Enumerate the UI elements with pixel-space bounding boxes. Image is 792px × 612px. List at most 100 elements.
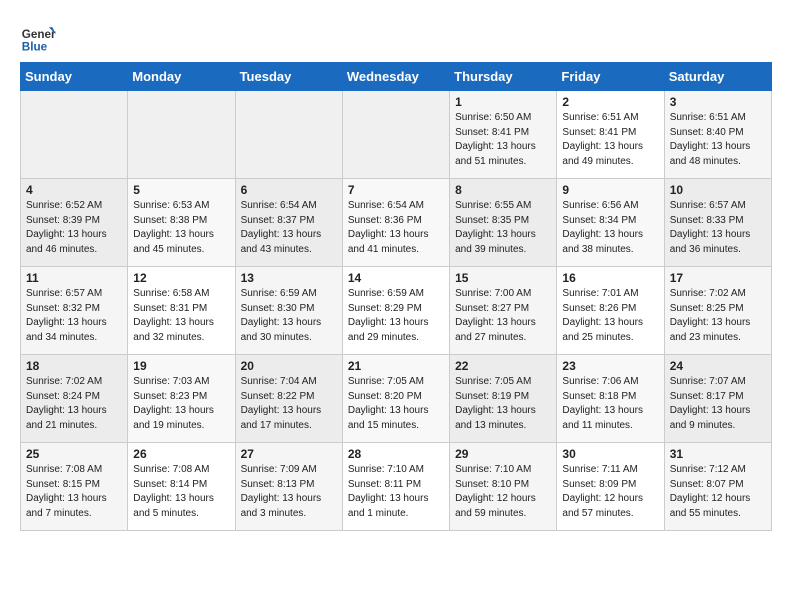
day-number: 13 xyxy=(241,271,337,285)
day-number: 28 xyxy=(348,447,444,461)
day-number: 1 xyxy=(455,95,551,109)
calendar-cell: 31 Sunrise: 7:12 AM Sunset: 8:07 PM Dayli… xyxy=(664,443,771,531)
calendar-cell: 18 Sunrise: 7:02 AM Sunset: 8:24 PM Dayli… xyxy=(21,355,128,443)
logo-icon: General Blue xyxy=(20,20,56,56)
calendar-cell: 5 Sunrise: 6:53 AM Sunset: 8:38 PM Daylig… xyxy=(128,179,235,267)
day-number: 16 xyxy=(562,271,658,285)
calendar-week-row: 25Sunrise: 7:08 AM Sunset: 8:15 PM Dayli… xyxy=(21,443,772,531)
day-info: Sunrise: 7:00 AM Sunset: 8:27 PM Dayligh… xyxy=(455,287,551,345)
day-number: 23 xyxy=(562,359,658,373)
calendar-cell: 17Sunrise: 7:02 AM Sunset: 8:25 PM Dayli… xyxy=(664,267,771,355)
day-number: 2 xyxy=(562,95,658,109)
calendar-cell: 28 Sunrise: 7:10 AM Sunset: 8:11 PM Dayli… xyxy=(342,443,449,531)
day-number: 5 xyxy=(133,183,229,197)
calendar-cell: 23 Sunrise: 7:06 AM Sunset: 8:18 PM Dayli… xyxy=(557,355,664,443)
calendar-cell: 29 Sunrise: 7:10 AM Sunset: 8:10 PM Dayli… xyxy=(450,443,557,531)
header-thursday: Thursday xyxy=(450,63,557,91)
day-info: Sunrise: 7:08 AM Sunset: 8:14 PM Dayligh… xyxy=(133,463,229,521)
day-info: Sunrise: 6:57 AM Sunset: 8:32 PM Dayligh… xyxy=(26,287,122,345)
day-number: 12 xyxy=(133,271,229,285)
calendar-table: SundayMondayTuesdayWednesdayThursdayFrid… xyxy=(20,62,772,531)
day-number: 10 xyxy=(670,183,766,197)
calendar-cell: 3 Sunrise: 6:51 AM Sunset: 8:40 PM Daylig… xyxy=(664,91,771,179)
day-info: Sunrise: 7:05 AM Sunset: 8:19 PM Dayligh… xyxy=(455,375,551,433)
logo: General Blue xyxy=(20,20,60,56)
svg-text:General: General xyxy=(22,28,56,41)
calendar-cell: 26 Sunrise: 7:08 AM Sunset: 8:14 PM Dayli… xyxy=(128,443,235,531)
day-info: Sunrise: 7:02 AM Sunset: 8:24 PM Dayligh… xyxy=(26,375,122,433)
calendar-cell: 16 Sunrise: 7:01 AM Sunset: 8:26 PM Dayli… xyxy=(557,267,664,355)
calendar-cell: 9 Sunrise: 6:56 AM Sunset: 8:34 PM Daylig… xyxy=(557,179,664,267)
day-number: 8 xyxy=(455,183,551,197)
day-number: 29 xyxy=(455,447,551,461)
day-info: Sunrise: 7:12 AM Sunset: 8:07 PM Dayligh… xyxy=(670,463,766,521)
calendar-week-row: 1Sunrise: 6:50 AM Sunset: 8:41 PM Daylig… xyxy=(21,91,772,179)
calendar-cell: 11 Sunrise: 6:57 AM Sunset: 8:32 PM Dayli… xyxy=(21,267,128,355)
calendar-cell: 13 Sunrise: 6:59 AM Sunset: 8:30 PM Dayli… xyxy=(235,267,342,355)
calendar-cell xyxy=(235,91,342,179)
day-number: 21 xyxy=(348,359,444,373)
day-info: Sunrise: 7:10 AM Sunset: 8:10 PM Dayligh… xyxy=(455,463,551,521)
header-monday: Monday xyxy=(128,63,235,91)
header-saturday: Saturday xyxy=(664,63,771,91)
day-info: Sunrise: 6:51 AM Sunset: 8:40 PM Dayligh… xyxy=(670,111,766,169)
day-number: 31 xyxy=(670,447,766,461)
svg-text:Blue: Blue xyxy=(22,41,48,54)
header-sunday: Sunday xyxy=(21,63,128,91)
calendar-cell: 27 Sunrise: 7:09 AM Sunset: 8:13 PM Dayli… xyxy=(235,443,342,531)
day-info: Sunrise: 6:53 AM Sunset: 8:38 PM Dayligh… xyxy=(133,199,229,257)
day-info: Sunrise: 7:06 AM Sunset: 8:18 PM Dayligh… xyxy=(562,375,658,433)
header-friday: Friday xyxy=(557,63,664,91)
calendar-header-row: SundayMondayTuesdayWednesdayThursdayFrid… xyxy=(21,63,772,91)
header-tuesday: Tuesday xyxy=(235,63,342,91)
calendar-cell xyxy=(342,91,449,179)
calendar-cell: 1Sunrise: 6:50 AM Sunset: 8:41 PM Daylig… xyxy=(450,91,557,179)
day-info: Sunrise: 6:59 AM Sunset: 8:30 PM Dayligh… xyxy=(241,287,337,345)
day-number: 14 xyxy=(348,271,444,285)
calendar-cell: 7Sunrise: 6:54 AM Sunset: 8:36 PM Daylig… xyxy=(342,179,449,267)
day-info: Sunrise: 7:09 AM Sunset: 8:13 PM Dayligh… xyxy=(241,463,337,521)
day-info: Sunrise: 6:52 AM Sunset: 8:39 PM Dayligh… xyxy=(26,199,122,257)
day-info: Sunrise: 7:01 AM Sunset: 8:26 PM Dayligh… xyxy=(562,287,658,345)
day-number: 18 xyxy=(26,359,122,373)
calendar-cell: 19 Sunrise: 7:03 AM Sunset: 8:23 PM Dayli… xyxy=(128,355,235,443)
calendar-cell: 10Sunrise: 6:57 AM Sunset: 8:33 PM Dayli… xyxy=(664,179,771,267)
calendar-cell: 4Sunrise: 6:52 AM Sunset: 8:39 PM Daylig… xyxy=(21,179,128,267)
day-number: 11 xyxy=(26,271,122,285)
calendar-cell xyxy=(128,91,235,179)
day-number: 30 xyxy=(562,447,658,461)
day-info: Sunrise: 7:10 AM Sunset: 8:11 PM Dayligh… xyxy=(348,463,444,521)
day-number: 27 xyxy=(241,447,337,461)
day-info: Sunrise: 7:04 AM Sunset: 8:22 PM Dayligh… xyxy=(241,375,337,433)
calendar-week-row: 18 Sunrise: 7:02 AM Sunset: 8:24 PM Dayli… xyxy=(21,355,772,443)
day-info: Sunrise: 6:55 AM Sunset: 8:35 PM Dayligh… xyxy=(455,199,551,257)
calendar-cell: 15 Sunrise: 7:00 AM Sunset: 8:27 PM Dayli… xyxy=(450,267,557,355)
day-info: Sunrise: 7:02 AM Sunset: 8:25 PM Dayligh… xyxy=(670,287,766,345)
calendar-cell: 6Sunrise: 6:54 AM Sunset: 8:37 PM Daylig… xyxy=(235,179,342,267)
day-info: Sunrise: 6:58 AM Sunset: 8:31 PM Dayligh… xyxy=(133,287,229,345)
day-info: Sunrise: 6:54 AM Sunset: 8:36 PM Dayligh… xyxy=(348,199,444,257)
day-number: 9 xyxy=(562,183,658,197)
day-number: 20 xyxy=(241,359,337,373)
calendar-cell: 24 Sunrise: 7:07 AM Sunset: 8:17 PM Dayli… xyxy=(664,355,771,443)
day-info: Sunrise: 7:08 AM Sunset: 8:15 PM Dayligh… xyxy=(26,463,122,521)
day-info: Sunrise: 7:07 AM Sunset: 8:17 PM Dayligh… xyxy=(670,375,766,433)
day-number: 24 xyxy=(670,359,766,373)
calendar-week-row: 4Sunrise: 6:52 AM Sunset: 8:39 PM Daylig… xyxy=(21,179,772,267)
day-number: 6 xyxy=(241,183,337,197)
day-number: 3 xyxy=(670,95,766,109)
page-header: General Blue xyxy=(20,16,772,56)
calendar-cell: 22Sunrise: 7:05 AM Sunset: 8:19 PM Dayli… xyxy=(450,355,557,443)
day-info: Sunrise: 6:59 AM Sunset: 8:29 PM Dayligh… xyxy=(348,287,444,345)
day-number: 19 xyxy=(133,359,229,373)
day-info: Sunrise: 6:56 AM Sunset: 8:34 PM Dayligh… xyxy=(562,199,658,257)
day-info: Sunrise: 7:03 AM Sunset: 8:23 PM Dayligh… xyxy=(133,375,229,433)
calendar-cell: 21 Sunrise: 7:05 AM Sunset: 8:20 PM Dayli… xyxy=(342,355,449,443)
day-number: 15 xyxy=(455,271,551,285)
header-wednesday: Wednesday xyxy=(342,63,449,91)
calendar-cell: 12 Sunrise: 6:58 AM Sunset: 8:31 PM Dayli… xyxy=(128,267,235,355)
calendar-cell: 14 Sunrise: 6:59 AM Sunset: 8:29 PM Dayli… xyxy=(342,267,449,355)
calendar-week-row: 11 Sunrise: 6:57 AM Sunset: 8:32 PM Dayli… xyxy=(21,267,772,355)
day-number: 26 xyxy=(133,447,229,461)
day-info: Sunrise: 7:05 AM Sunset: 8:20 PM Dayligh… xyxy=(348,375,444,433)
